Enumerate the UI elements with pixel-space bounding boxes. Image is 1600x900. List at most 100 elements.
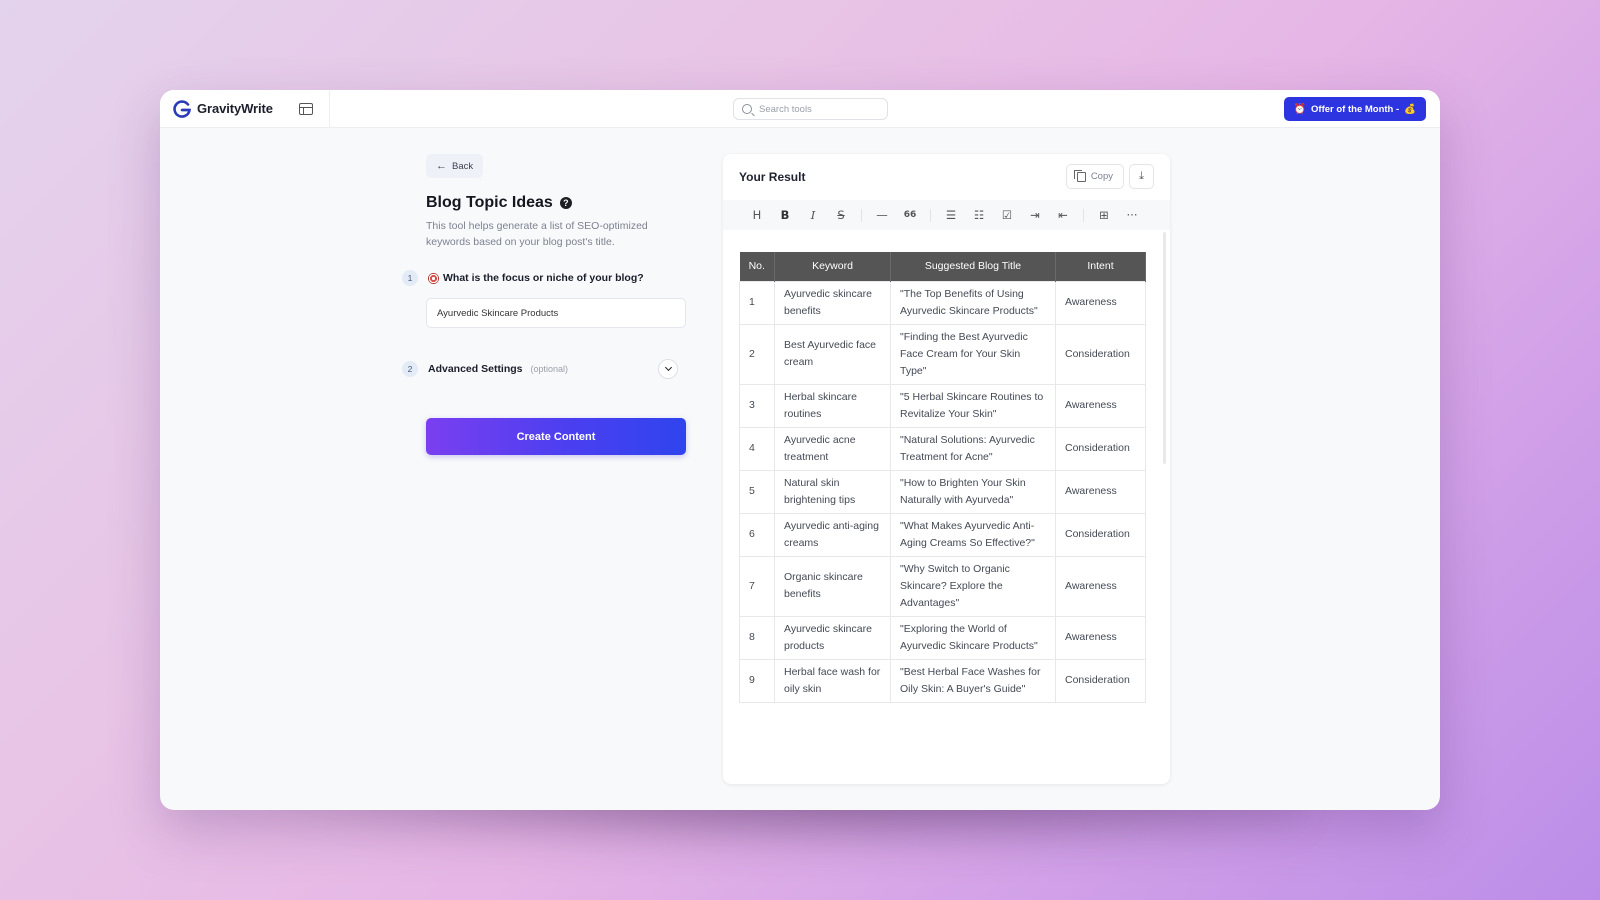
row-number: 9 [739, 658, 775, 703]
blog-title-cell: "The Top Benefits of Using Ayurvedic Ski… [890, 280, 1056, 325]
row-number: 2 [739, 323, 775, 385]
intent-cell: Awareness [1055, 555, 1146, 617]
row-number: 8 [739, 615, 775, 660]
toolbar-divider [1083, 208, 1084, 222]
offer-label: Offer of the Month - [1311, 103, 1400, 115]
italic-button[interactable]: I [799, 208, 827, 222]
back-label: Back [452, 160, 474, 172]
column-header: Intent [1055, 252, 1146, 281]
blog-title-cell: "Exploring the World of Ayurvedic Skinca… [890, 615, 1056, 660]
keyword-table: No. Keyword Suggested Blog Title Intent … [739, 252, 1146, 703]
table-row: 3 Herbal skincare routines "5 Herbal Skinc… [739, 383, 1146, 428]
expand-advanced-button[interactable] [658, 359, 678, 379]
result-header: Your Result Copy ⤓ [723, 154, 1170, 200]
blog-title-cell: "Finding the Best Ayurvedic Face Cream f… [890, 323, 1056, 385]
table-row: 4 Ayurvedic acne treatment "Natural Soluti… [739, 426, 1146, 471]
brand[interactable]: GravityWrite [160, 90, 330, 127]
niche-input[interactable] [426, 298, 686, 328]
search-input[interactable] [759, 103, 879, 115]
table-row: 8 Ayurvedic skincare products "Exploring t… [739, 615, 1146, 660]
blog-title-cell: "Why Switch to Organic Skincare? Explore… [890, 555, 1056, 617]
intent-cell: Awareness [1055, 280, 1146, 325]
intent-cell: Consideration [1055, 323, 1146, 385]
heading-button[interactable]: H [743, 208, 771, 222]
target-icon [428, 272, 439, 284]
help-icon[interactable]: ? [559, 197, 572, 209]
keyword-cell: Ayurvedic skincare benefits [774, 280, 891, 325]
keyword-cell: Ayurvedic skincare products [774, 615, 891, 660]
ordered-list-button[interactable]: ☷ [965, 208, 993, 222]
step-1: 1 What is the focus or niche of your blo… [402, 270, 702, 286]
indent-button[interactable]: ⇥ [1021, 208, 1049, 222]
copy-button[interactable]: Copy [1065, 164, 1124, 189]
intent-cell: Awareness [1055, 383, 1146, 428]
blockquote-button[interactable]: 66 [896, 210, 924, 220]
insert-table-button[interactable]: ⊞ [1090, 208, 1118, 222]
money-bag-icon: 💰 [1404, 103, 1416, 115]
search-icon [742, 104, 752, 114]
optional-tag: (optional) [530, 364, 569, 374]
niche-question: What is the focus or niche of your blog? [443, 272, 644, 284]
keyword-cell: Organic skincare benefits [774, 555, 891, 617]
table-row: 9 Herbal face wash for oily skin "Best Her… [739, 658, 1146, 703]
keyword-cell: Best Ayurvedic face cream [774, 323, 891, 385]
strikethrough-button[interactable]: S [827, 208, 855, 222]
copy-label: Copy [1090, 171, 1113, 182]
blog-title-cell: "How to Brighten Your Skin Naturally wit… [890, 469, 1056, 514]
row-number: 4 [739, 426, 775, 471]
download-icon: ⤓ [1139, 170, 1144, 182]
task-list-button[interactable]: ☑ [993, 208, 1021, 222]
editor-toolbar: H B I S — 66 ☰ ☷ ☑ ⇥ ⇤ ⊞ ··· [723, 200, 1170, 230]
copy-icon [1073, 169, 1086, 182]
keyword-cell: Herbal skincare routines [774, 383, 891, 428]
keyword-cell: Ayurvedic acne treatment [774, 426, 891, 471]
table-row: 7 Organic skincare benefits "Why Switch to… [739, 555, 1146, 617]
horizontal-rule-button[interactable]: — [868, 208, 896, 222]
row-number: 7 [739, 555, 775, 617]
scrollbar[interactable] [1163, 232, 1166, 464]
chevron-down-icon [664, 363, 672, 372]
page-title: Blog Topic Ideas ? [426, 194, 696, 212]
step-label: What is the focus or niche of your blog? [428, 272, 644, 284]
column-header: Keyword [774, 252, 891, 281]
row-number: 6 [739, 512, 775, 557]
more-options-button[interactable]: ··· [1118, 208, 1146, 222]
blog-title-cell: "5 Herbal Skincare Routines to Revitaliz… [890, 383, 1056, 428]
alarm-clock-icon: ⏰ [1293, 103, 1307, 115]
blog-title-cell: "What Makes Ayurvedic Anti-Aging Creams … [890, 512, 1056, 557]
back-button[interactable]: ← Back [426, 154, 484, 178]
brand-name: GravityWrite [197, 101, 273, 116]
table-body: 1 Ayurvedic skincare benefits "The Top Ben… [739, 280, 1146, 703]
page-title-text: Blog Topic Ideas [426, 194, 553, 211]
search-box[interactable] [733, 98, 888, 120]
table-row: 5 Natural skin brightening tips "How to Br… [739, 469, 1146, 514]
column-header: No. [739, 252, 775, 281]
intent-cell: Awareness [1055, 469, 1146, 514]
bullet-list-button[interactable]: ☰ [937, 208, 965, 222]
sidebar-toggle-icon[interactable] [298, 102, 313, 115]
row-number: 3 [739, 383, 775, 428]
keyword-cell: Herbal face wash for oily skin [774, 658, 891, 703]
download-button[interactable]: ⤓ [1129, 164, 1154, 189]
bold-button[interactable]: B [771, 208, 799, 222]
offer-of-the-month-button[interactable]: ⏰ Offer of the Month - 💰 [1283, 97, 1426, 121]
table-row: 2 Best Ayurvedic face cream "Finding the B… [739, 323, 1146, 385]
row-number: 1 [739, 280, 775, 325]
table-row: 1 Ayurvedic skincare benefits "The Top Ben… [739, 280, 1146, 325]
advanced-settings-label: Advanced Settings [428, 363, 523, 375]
keyword-cell: Natural skin brightening tips [774, 469, 891, 514]
intent-cell: Consideration [1055, 658, 1146, 703]
keyword-cell: Ayurvedic anti-aging creams [774, 512, 891, 557]
blog-title-cell: "Best Herbal Face Washes for Oily Skin: … [890, 658, 1056, 703]
intent-cell: Consideration [1055, 426, 1146, 471]
tool-description: This tool helps generate a list of SEO-o… [426, 220, 648, 248]
table-row: 6 Ayurvedic anti-aging creams "What Makes … [739, 512, 1146, 557]
outdent-button[interactable]: ⇤ [1049, 208, 1077, 222]
top-bar: GravityWrite ⏰ Offer of the Month - 💰 [160, 90, 1440, 128]
step-2[interactable]: 2 Advanced Settings (optional) [402, 359, 702, 379]
result-panel: Your Result Copy ⤓ H B I S — 66 ☰ ☷ ☑ ⇥ … [723, 154, 1170, 784]
create-content-button[interactable]: Create Content [426, 418, 686, 455]
toolbar-divider [861, 208, 862, 222]
step-number: 1 [402, 270, 418, 286]
intent-cell: Awareness [1055, 615, 1146, 660]
